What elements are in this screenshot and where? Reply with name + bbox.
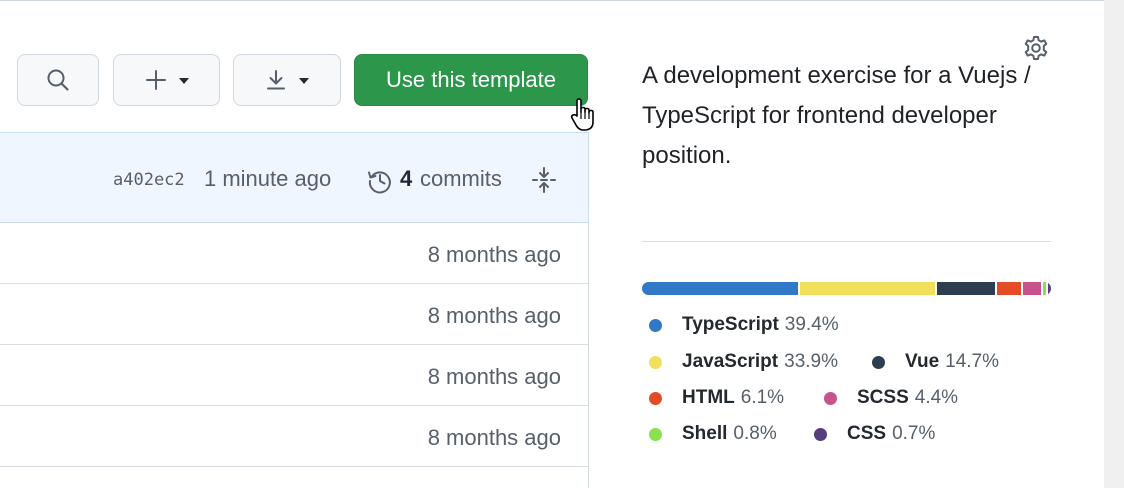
- language-bar-segment-shell: [1042, 282, 1046, 295]
- file-row[interactable]: 8 months ago: [0, 223, 589, 284]
- page-scrollbar[interactable]: [1104, 0, 1124, 488]
- language-bar-segment-typescript: [642, 282, 799, 295]
- commit-hash-link[interactable]: a402ec2: [113, 170, 185, 190]
- repo-description: A development exercise for a Vuejs / Typ…: [642, 62, 1031, 169]
- language-percent: 39.4%: [784, 314, 839, 335]
- use-this-template-button[interactable]: Use this template: [354, 54, 588, 106]
- commits-link[interactable]: commits: [420, 166, 502, 192]
- commit-count[interactable]: 4: [400, 166, 412, 192]
- javascript-color-dot: [649, 355, 662, 369]
- language-item-vue[interactable]: Vue 14.7%: [872, 351, 999, 373]
- language-item-shell[interactable]: Shell 0.8%: [649, 423, 777, 445]
- chevron-down-icon: [299, 78, 309, 84]
- shell-color-dot: [649, 427, 662, 441]
- language-percent: 0.7%: [892, 423, 936, 444]
- language-item-html[interactable]: HTML 6.1%: [649, 387, 784, 409]
- add-file-button[interactable]: [113, 54, 220, 106]
- language-item-css[interactable]: CSS 0.7%: [814, 423, 935, 445]
- language-percent: 33.9%: [784, 351, 838, 372]
- language-name: JavaScript: [682, 351, 779, 372]
- language-item-typescript[interactable]: TypeScript 39.4%: [649, 314, 839, 336]
- sidebar-divider: [642, 241, 1051, 242]
- use-this-template-label: Use this template: [386, 67, 556, 92]
- download-icon: [267, 70, 285, 90]
- scss-color-dot: [824, 391, 837, 405]
- css-color-dot: [814, 427, 827, 441]
- file-row[interactable]: 8 months ago: [0, 345, 589, 406]
- language-name: HTML: [682, 387, 735, 408]
- file-row[interactable]: 8 months ago: [0, 284, 589, 345]
- history-icon[interactable]: [366, 167, 394, 195]
- chevron-down-icon: [178, 78, 189, 84]
- language-item-scss[interactable]: SCSS 4.4%: [824, 387, 958, 409]
- language-name: Shell: [682, 423, 728, 444]
- row-commit-time: 8 months ago: [427, 303, 561, 328]
- language-item-javascript[interactable]: JavaScript 33.9%: [649, 351, 838, 373]
- row-commit-time: 8 months ago: [427, 425, 561, 450]
- typescript-color-dot: [649, 318, 662, 332]
- language-bar-segment-scss: [1023, 282, 1041, 295]
- html-color-dot: [649, 391, 662, 405]
- file-row[interactable]: 8 months ago: [0, 406, 589, 467]
- language-percent: 4.4%: [914, 387, 959, 408]
- language-name: Vue: [905, 351, 940, 372]
- search-button[interactable]: [17, 54, 99, 106]
- language-bar: [642, 282, 1051, 295]
- language-bar-segment-vue: [936, 282, 996, 295]
- row-commit-time: 8 months ago: [427, 364, 561, 389]
- language-percent: 6.1%: [740, 387, 785, 408]
- language-percent: 14.7%: [945, 351, 1000, 372]
- search-icon: [47, 69, 69, 91]
- download-button[interactable]: [233, 54, 341, 106]
- language-name: SCSS: [857, 387, 909, 408]
- language-percent: 0.8%: [733, 423, 777, 444]
- row-commit-time: 8 months ago: [427, 242, 561, 267]
- language-bar-segment-html: [997, 282, 1022, 295]
- language-name: TypeScript: [682, 314, 779, 335]
- fold-icon[interactable]: [530, 166, 558, 194]
- commit-time: 1 minute ago: [204, 166, 332, 191]
- top-border: [0, 0, 1104, 1]
- language-name: CSS: [847, 423, 887, 444]
- plus-icon: [145, 70, 166, 90]
- hand-pointer-cursor: [570, 98, 594, 131]
- vue-color-dot: [872, 355, 885, 369]
- language-bar-segment-css: [1047, 282, 1051, 295]
- language-bar-segment-javascript: [800, 282, 935, 295]
- panel-divider: [588, 223, 589, 488]
